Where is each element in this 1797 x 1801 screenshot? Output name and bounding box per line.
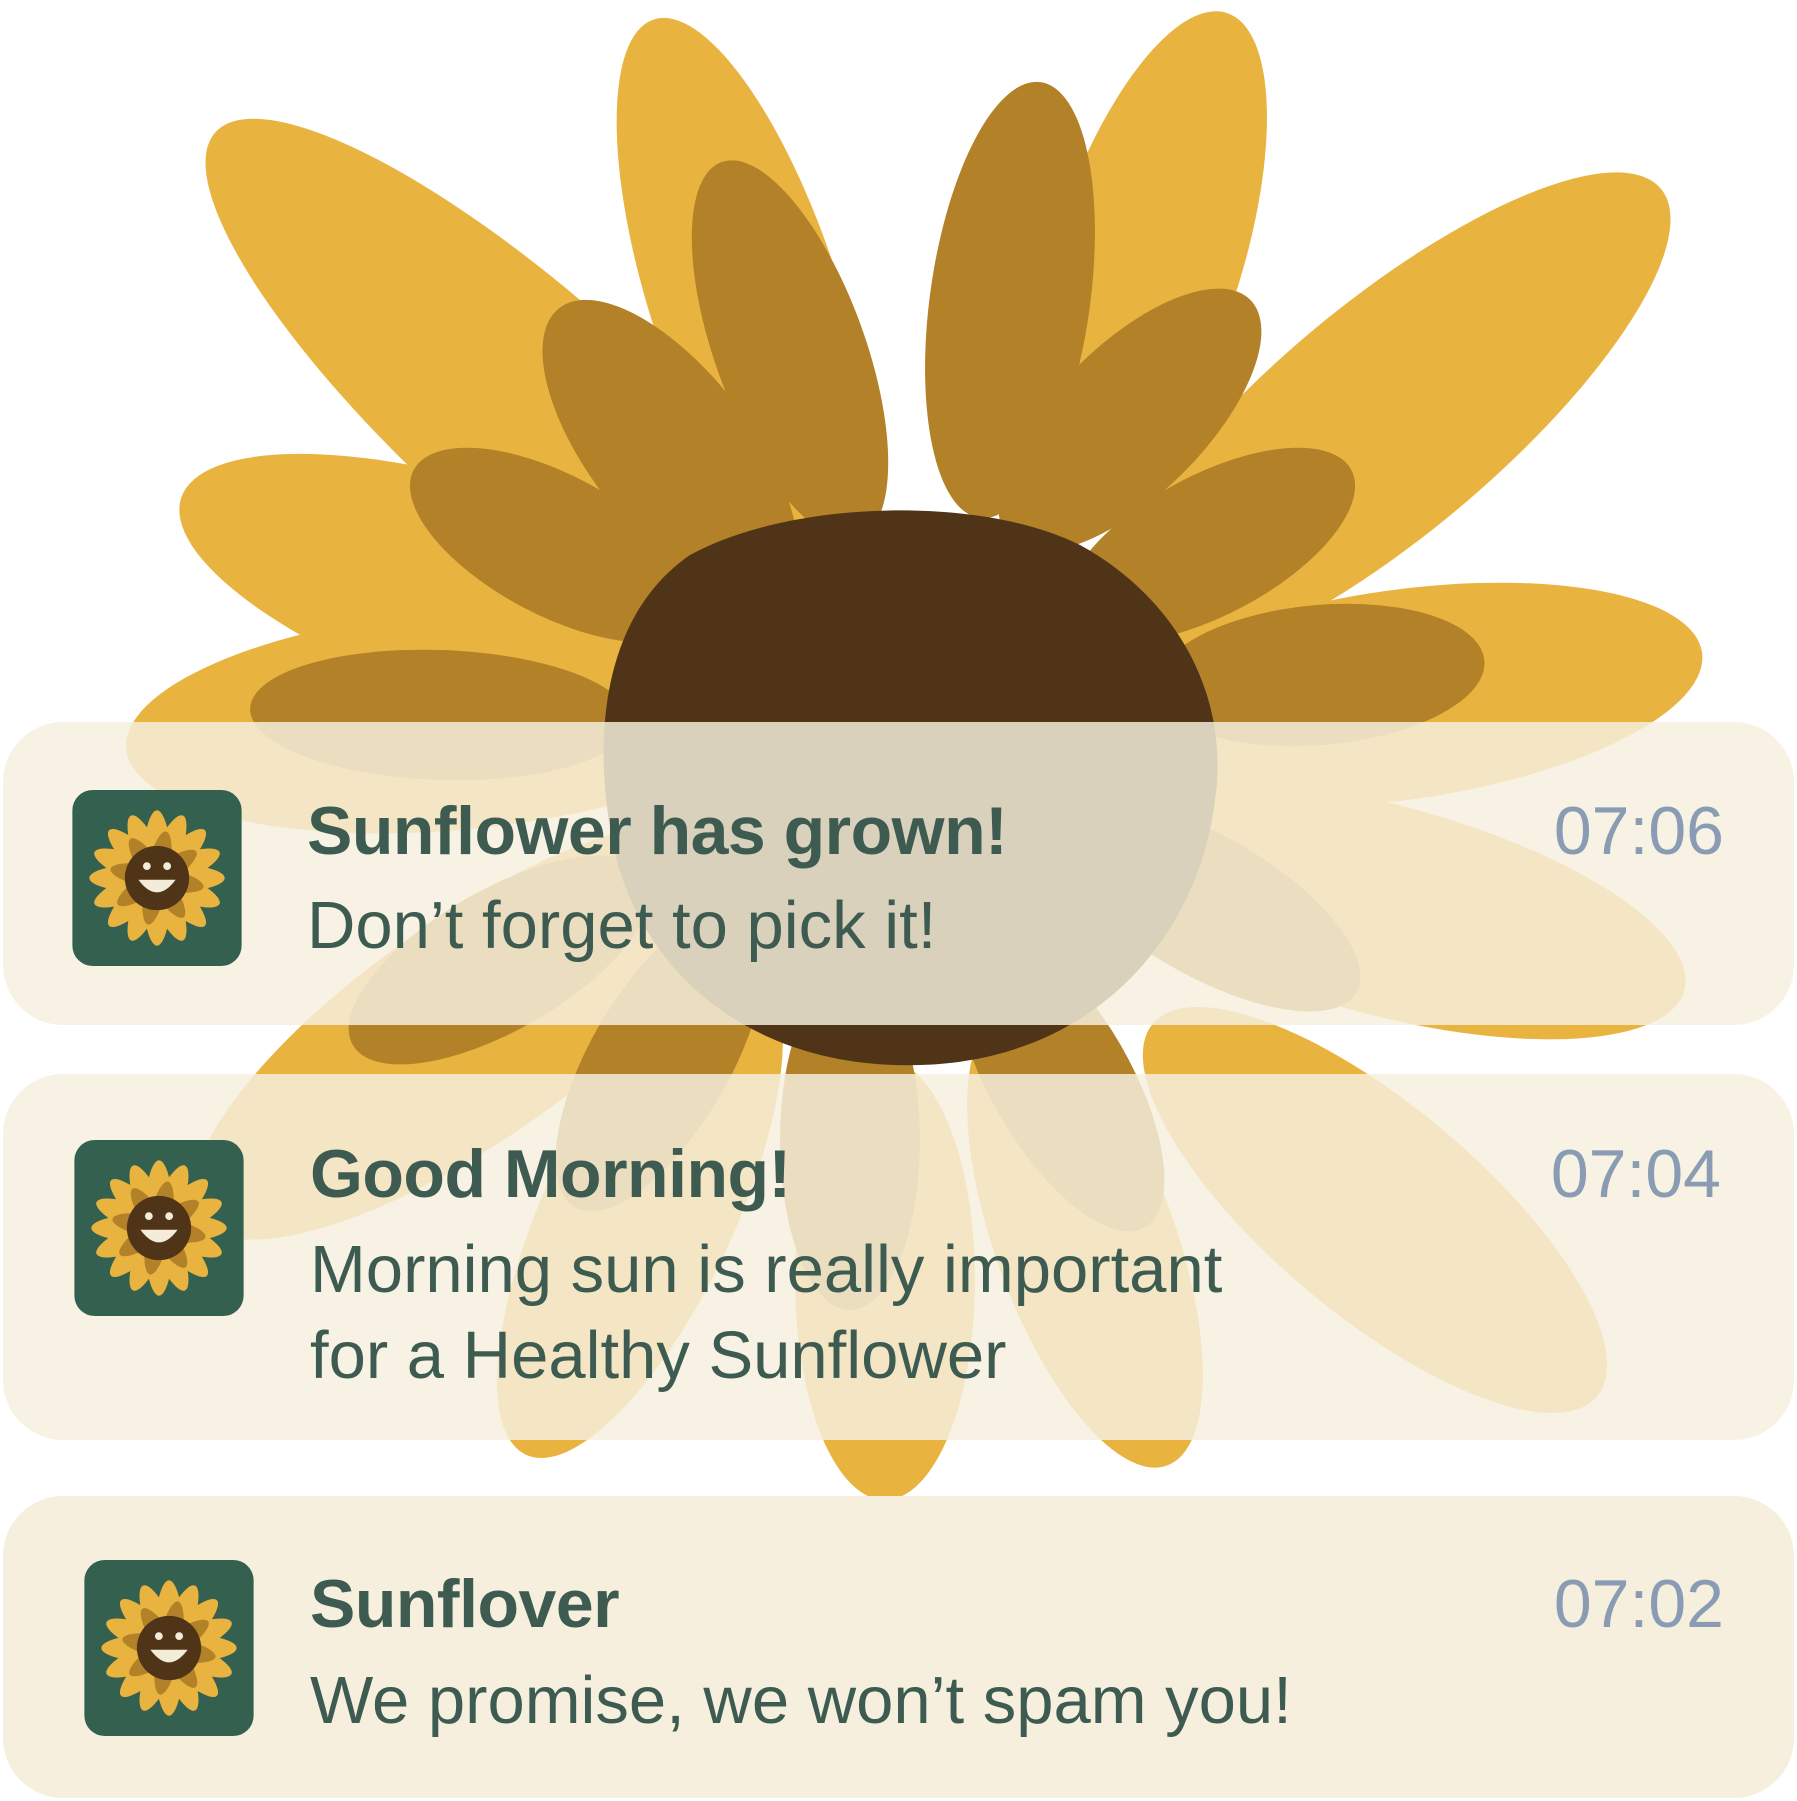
notification-card[interactable]: Sunflower has grown! Don’t forget to pic…	[3, 722, 1794, 1025]
notification-card[interactable]: Sunflover We promise, we won’t spam you!…	[3, 1496, 1794, 1798]
notification-time: 07:06	[1553, 793, 1724, 869]
notification-body: Don’t forget to pick it!	[307, 888, 937, 963]
notification-title: Sunflower has grown!	[307, 793, 1008, 869]
sunflower-app-icon	[72, 790, 242, 966]
notification-time: 07:02	[1553, 1566, 1724, 1642]
notification-body: Morning sun is really important for a He…	[310, 1227, 1222, 1399]
sunflower-app-icon	[74, 1140, 244, 1316]
sunflower-app-icon	[84, 1560, 254, 1736]
notification-body-line: Morning sun is really important	[310, 1232, 1223, 1307]
notification-body-line: for a Healthy Sunflower	[310, 1318, 1007, 1393]
notification-title: Good Morning!	[310, 1136, 791, 1212]
notification-card[interactable]: Good Morning! Morning sun is really impo…	[3, 1074, 1794, 1440]
notification-title: Sunflover	[310, 1566, 620, 1642]
notification-time: 07:04	[1550, 1136, 1721, 1212]
notification-body: We promise, we won’t spam you!	[310, 1663, 1292, 1738]
